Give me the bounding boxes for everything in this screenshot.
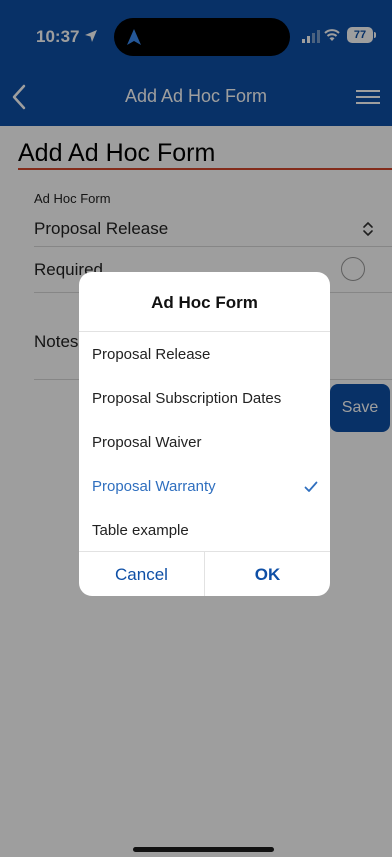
- checkmark-icon: [304, 481, 318, 492]
- dialog-button-bar: Cancel OK: [79, 551, 330, 596]
- ok-button[interactable]: OK: [205, 552, 330, 596]
- option-label: Proposal Release: [92, 346, 211, 363]
- option-label: Table example: [92, 522, 189, 539]
- option-label: Proposal Warranty: [92, 478, 216, 495]
- ad-hoc-form-picker-dialog: Ad Hoc Form Proposal Release Proposal Su…: [79, 272, 330, 596]
- option-label: Proposal Subscription Dates: [92, 390, 282, 407]
- divider: [79, 331, 330, 332]
- home-indicator[interactable]: [133, 847, 274, 852]
- option-proposal-subscription-dates[interactable]: Proposal Subscription Dates: [92, 390, 318, 412]
- cancel-button[interactable]: Cancel: [79, 552, 204, 596]
- dialog-title: Ad Hoc Form: [151, 293, 258, 312]
- option-proposal-release[interactable]: Proposal Release: [92, 346, 318, 368]
- option-proposal-warranty[interactable]: Proposal Warranty: [92, 478, 318, 500]
- option-table-example[interactable]: Table example: [92, 522, 318, 544]
- option-proposal-waiver[interactable]: Proposal Waiver: [92, 434, 318, 456]
- option-label: Proposal Waiver: [92, 434, 202, 451]
